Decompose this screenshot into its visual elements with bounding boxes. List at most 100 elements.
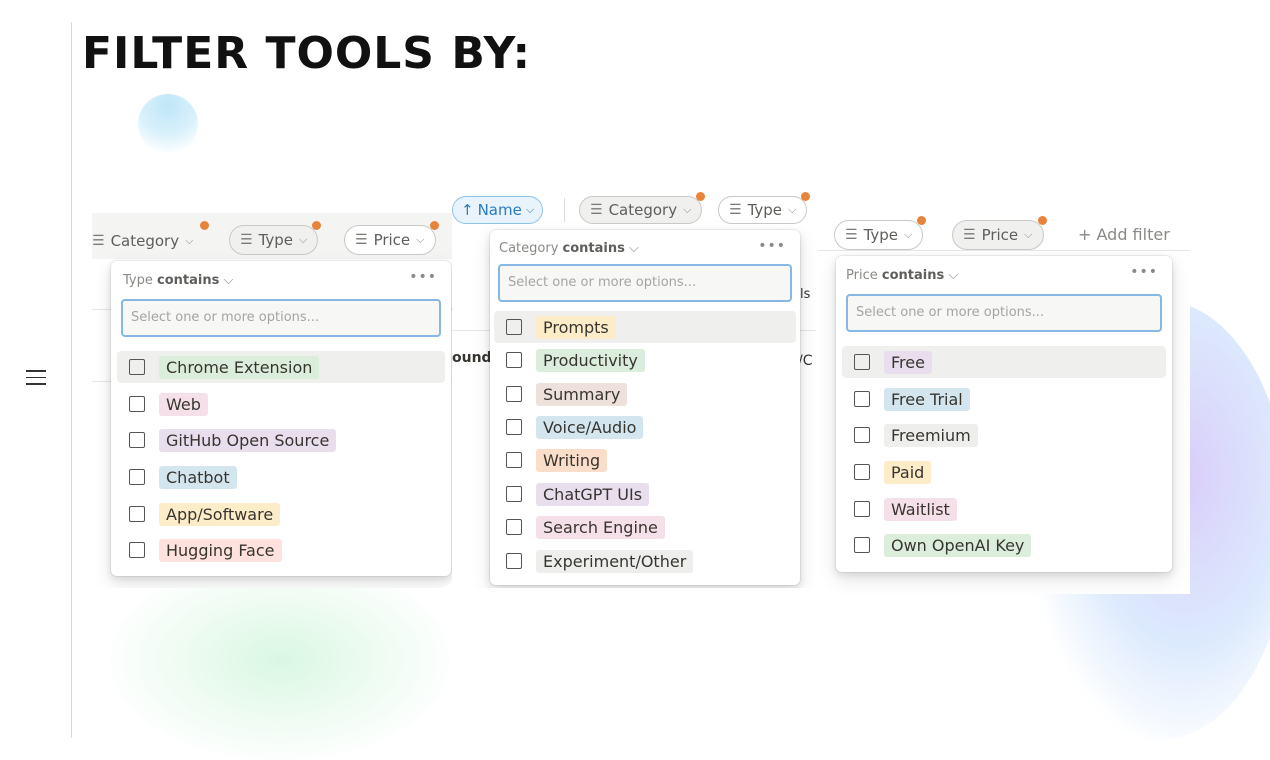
option-tag: Web	[159, 392, 208, 416]
option-row[interactable]: Web	[117, 388, 445, 420]
toolbar-divider	[564, 198, 565, 222]
option-row[interactable]: ChatGPT UIs	[494, 478, 796, 510]
checkbox[interactable]	[506, 452, 522, 468]
checkbox[interactable]	[506, 419, 522, 435]
options-search-input[interactable]: Select one or more options...	[498, 264, 792, 302]
option-tag: Summary	[536, 382, 628, 406]
option-row[interactable]: Free	[842, 346, 1166, 378]
filter-operator: contains	[881, 268, 945, 283]
chevron-down-icon: ⌵	[683, 203, 692, 216]
option-row[interactable]: Productivity	[494, 344, 796, 376]
option-row[interactable]: Prompts	[494, 311, 796, 343]
option-row[interactable]: Chatbot	[117, 461, 445, 493]
more-options-icon[interactable]: •••	[409, 269, 437, 285]
checkbox[interactable]	[129, 359, 145, 375]
options-search-input[interactable]: Select one or more options...	[121, 299, 441, 337]
checkbox[interactable]	[854, 391, 870, 407]
chevron-down-icon: ⌵	[629, 241, 639, 256]
checkbox[interactable]	[506, 386, 522, 402]
filter-pill-price[interactable]: ☰ Price ⌵	[344, 221, 439, 255]
option-tag: Search Engine	[536, 515, 665, 539]
checkbox[interactable]	[854, 501, 870, 517]
options-search-input[interactable]: Select one or more options...	[846, 294, 1162, 332]
checkbox[interactable]	[854, 464, 870, 480]
checkbox[interactable]	[854, 537, 870, 553]
option-tag: Experiment/Other	[536, 549, 694, 573]
list-icon: ☰	[92, 233, 105, 249]
checkbox[interactable]	[506, 553, 522, 569]
option-row[interactable]: Summary	[494, 378, 796, 410]
chevron-down-icon: ⌵	[185, 234, 194, 247]
option-row[interactable]: GitHub Open Source	[117, 424, 445, 456]
filter-pill-category[interactable]: ☰ Category ⌵	[579, 192, 706, 224]
more-options-icon[interactable]: •••	[758, 238, 786, 254]
option-tag: Prompts	[536, 315, 616, 339]
option-tag: Free Trial	[884, 387, 970, 411]
active-filter-dot	[312, 221, 322, 230]
option-tag: Free	[884, 350, 932, 374]
filter-property: Price	[846, 268, 878, 283]
filter-pill-category[interactable]: ☰ Category ⌵	[92, 221, 210, 256]
option-row[interactable]: Hugging Face	[117, 534, 445, 566]
list-icon: ☰	[729, 202, 742, 218]
option-row[interactable]: Experiment/Other	[494, 545, 796, 577]
option-tag: Paid	[884, 460, 932, 484]
checkbox[interactable]	[129, 506, 145, 522]
hamburger-menu-icon[interactable]	[26, 370, 46, 388]
dropdown-header[interactable]: Price contains ⌵	[846, 268, 958, 283]
decor-blob-green	[110, 560, 450, 760]
checkbox[interactable]	[129, 396, 145, 412]
add-filter-button[interactable]: + Add filter	[1078, 225, 1170, 244]
checkbox[interactable]	[129, 432, 145, 448]
table-cell-peek: /C	[798, 353, 813, 369]
chevron-down-icon: ⌵	[1024, 228, 1033, 241]
option-row[interactable]: Writing	[494, 444, 796, 476]
checkbox[interactable]	[506, 319, 522, 335]
option-tag: App/Software	[159, 502, 281, 526]
table-divider	[818, 250, 1190, 251]
dropdown-header[interactable]: Category contains ⌵	[499, 241, 639, 256]
option-row[interactable]: Waitlist	[842, 493, 1166, 525]
option-row[interactable]: App/Software	[117, 498, 445, 530]
filter-pill-type[interactable]: ☰ Type ⌵	[718, 192, 811, 224]
option-row[interactable]: Voice/Audio	[494, 411, 796, 443]
pill-label: Price	[373, 231, 411, 249]
decor-blob-blue	[138, 94, 198, 154]
list-icon: ☰	[963, 227, 976, 243]
dropdown-header[interactable]: Type contains ⌵	[123, 273, 233, 288]
type-filter-dropdown: Type contains ⌵ ••• Select one or more o…	[111, 261, 451, 576]
list-icon: ☰	[240, 232, 253, 248]
checkbox[interactable]	[506, 519, 522, 535]
pill-label: Type	[863, 226, 899, 244]
option-row[interactable]: Own OpenAI Key	[842, 529, 1166, 561]
option-tag: Voice/Audio	[536, 415, 644, 439]
sort-pill-name[interactable]: ↑ Name ⌵	[452, 196, 544, 224]
checkbox[interactable]	[854, 354, 870, 370]
checkbox[interactable]	[129, 542, 145, 558]
type-filter-screenshot: estie ☰ Category ⌵ ☰ Type ⌵ ☰ Price ⌵ Ty…	[92, 213, 454, 588]
option-tag: Writing	[536, 448, 608, 472]
checkbox[interactable]	[854, 427, 870, 443]
option-tag: Productivity	[536, 348, 645, 372]
filter-pill-type[interactable]: ☰ Type ⌵	[834, 216, 927, 250]
pill-label: Type	[258, 231, 294, 249]
option-row[interactable]: Freemium	[842, 419, 1166, 451]
option-row[interactable]: Paid	[842, 456, 1166, 488]
filter-operator: contains	[562, 241, 625, 256]
option-tag: Own OpenAI Key	[884, 533, 1032, 557]
checkbox[interactable]	[506, 486, 522, 502]
option-tag: Chatbot	[159, 465, 237, 489]
left-divider	[71, 22, 72, 738]
checkbox[interactable]	[506, 352, 522, 368]
pill-label: Category	[608, 201, 678, 219]
checkbox[interactable]	[129, 469, 145, 485]
price-filter-dropdown: Price contains ⌵ ••• Select one or more …	[836, 256, 1172, 572]
option-row[interactable]: Free Trial	[842, 383, 1166, 415]
chevron-down-icon: ⌵	[299, 233, 308, 246]
more-options-icon[interactable]: •••	[1130, 264, 1158, 280]
filter-pill-price[interactable]: ☰ Price ⌵	[952, 216, 1047, 250]
option-row[interactable]: Chrome Extension	[117, 351, 445, 383]
category-filter-screenshot: ound ls /C ↑ Name ⌵ ☰ Category ⌵ ☰ Type …	[452, 190, 816, 588]
filter-pill-type[interactable]: ☰ Type ⌵	[229, 221, 322, 255]
option-row[interactable]: Search Engine	[494, 511, 796, 543]
